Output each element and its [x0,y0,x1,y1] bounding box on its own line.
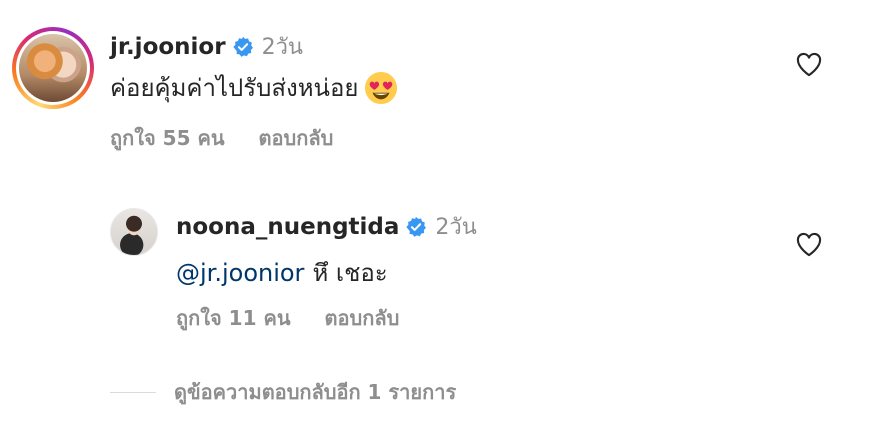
heart-eyes-emoji [365,71,398,104]
username[interactable]: jr.joonior [110,34,226,60]
view-more-replies[interactable]: ดูข้อความตอบกลับอีก 1 รายการ [110,376,456,408]
divider-line [110,391,156,393]
reply-button[interactable]: ตอบกลับ [325,302,400,334]
comment-text: @jr.joonior หึ เชอะ [176,253,388,292]
comment-body: หึ เชอะ [312,259,388,287]
comment-actions: ถูกใจ 55 คน ตอบกลับ [110,122,333,154]
heart-outline-icon[interactable] [795,51,823,77]
mention-link[interactable]: @jr.joonior [176,259,304,287]
comment-header: jr.joonior 2วัน [110,29,303,64]
avatar-story-ring[interactable] [12,27,94,109]
view-more-replies-label: ดูข้อความตอบกลับอีก 1 รายการ [174,380,457,404]
reply-button[interactable]: ตอบกลับ [259,122,334,154]
likes-count[interactable]: ถูกใจ 11 คน [176,302,291,334]
verified-badge-icon [406,216,427,237]
comment-header: noona_nuengtida 2วัน [176,209,477,244]
likes-count[interactable]: ถูกใจ 55 คน [110,122,225,154]
heart-outline-icon[interactable] [795,231,823,257]
comment-time: 2วัน [261,35,303,60]
verified-badge-icon [232,36,253,57]
comment-time: 2วัน [435,215,477,240]
comment-body: ค่อยคุ้มค่าไปรับส่งหน่อย [110,74,359,102]
comment-actions: ถูกใจ 11 คน ตอบกลับ [176,302,399,334]
avatar [19,34,87,102]
avatar[interactable] [110,208,158,256]
comment-text: ค่อยคุ้มค่าไปรับส่งหน่อย [110,68,398,107]
username[interactable]: noona_nuengtida [176,214,399,240]
